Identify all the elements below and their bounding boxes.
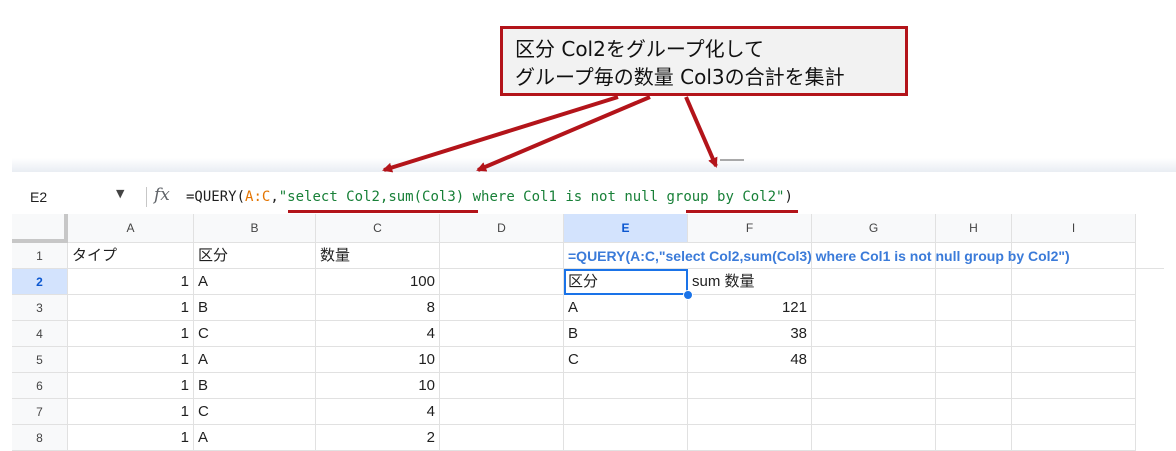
arrow-to-groupby [684,96,718,168]
annotation-arrows [382,95,744,173]
